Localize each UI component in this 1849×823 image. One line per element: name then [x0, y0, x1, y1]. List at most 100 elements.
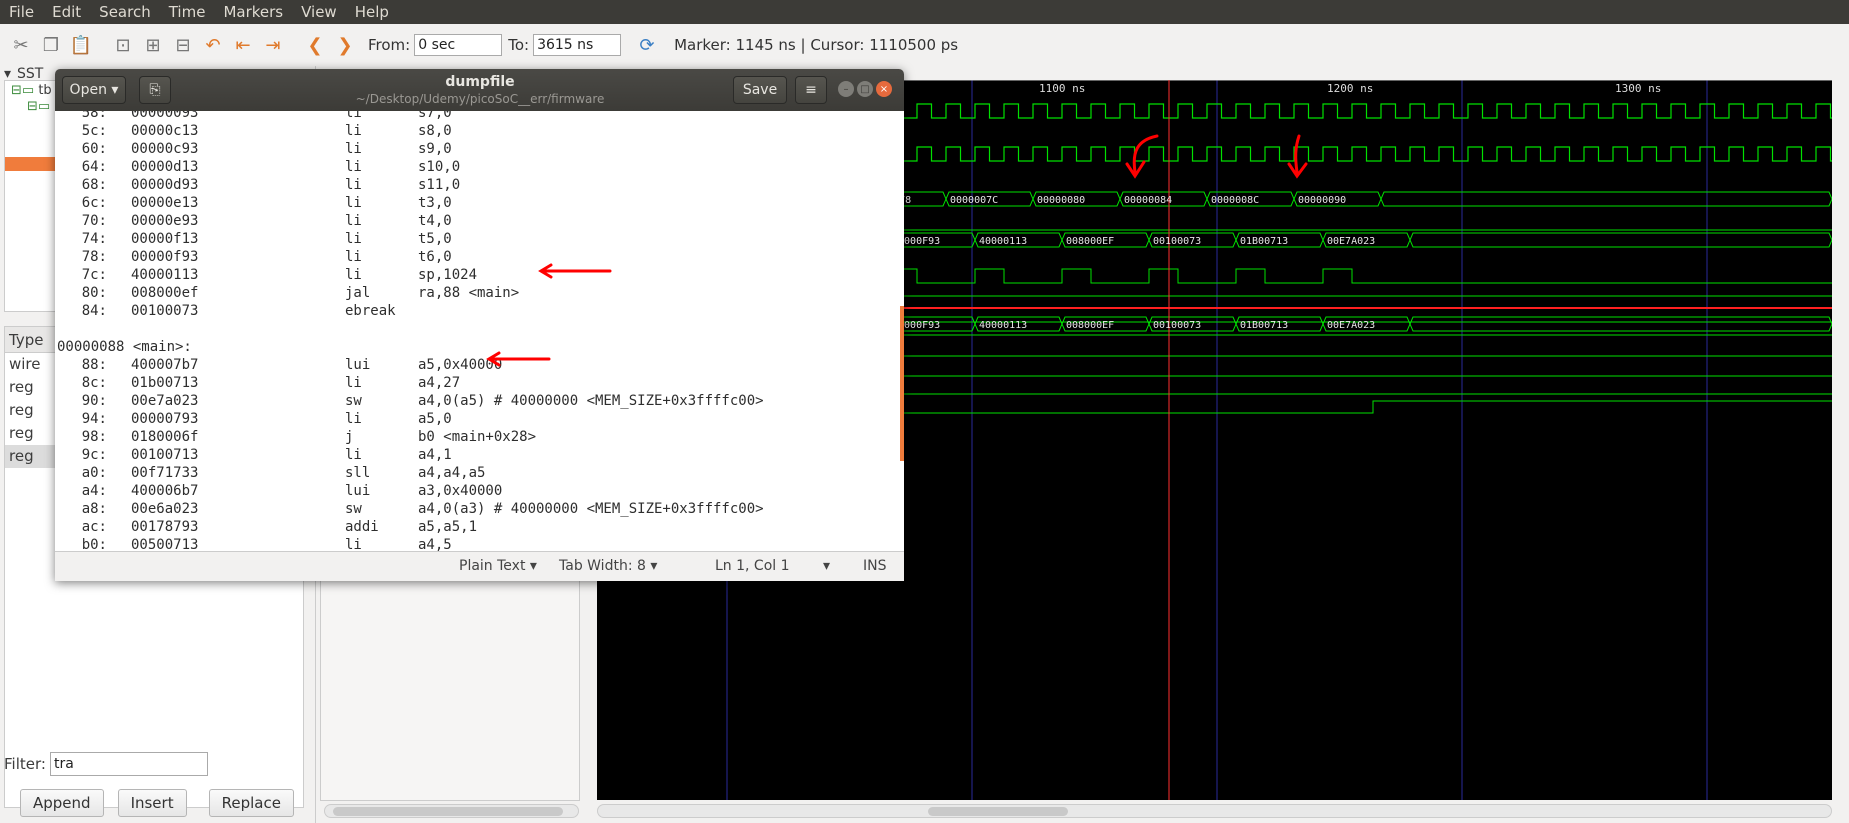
save-button[interactable]: Save: [733, 76, 787, 104]
find-next-edge-icon[interactable]: ❯: [333, 33, 357, 57]
filter-input[interactable]: [49, 752, 208, 776]
bus-value: 008000EF: [1066, 320, 1114, 331]
filter-label: Filter:: [4, 755, 46, 773]
to-label: To:: [508, 36, 530, 54]
code-line: 64: 00000d13 li s10,0: [81, 159, 461, 175]
code-line: 80: 008000ef jal ra,88 <main>: [81, 285, 520, 301]
code-line: 5c: 00000c13 li s8,0: [81, 123, 452, 139]
menu-item-edit[interactable]: Edit: [43, 3, 90, 21]
tab-width-selector[interactable]: Tab Width: 8 ▾: [559, 558, 657, 574]
code-line: 00000088 <main>:: [57, 339, 192, 355]
code-line: 58: 00000093 li s7,0: [81, 111, 452, 121]
new-document-icon[interactable]: ⎘: [139, 76, 171, 104]
tree-selection[interactable]: [5, 157, 55, 171]
code-line: 70: 00000e93 li t4,0: [81, 213, 452, 229]
waveform-hscroll[interactable]: [597, 804, 1832, 818]
code-view[interactable]: 58: 00000093 li s7,0 5c: 00000c13 li s8,0 60: 000…: [55, 111, 904, 551]
code-line: 90: 00e7a023 sw a4,0(a5) # 40000000 <MEM_SI…: [81, 393, 764, 409]
bus-value: 00000090: [1298, 195, 1346, 206]
menu-item-file[interactable]: File: [0, 3, 43, 21]
to-input[interactable]: [533, 34, 622, 56]
code-line: 6c: 00000e13 li t3,0: [81, 195, 452, 211]
reload-icon[interactable]: ⟳: [635, 33, 659, 57]
cursor-position[interactable]: Ln 1, Col 1: [715, 558, 790, 574]
menu-item-markers[interactable]: Markers: [214, 3, 292, 21]
position-dropdown-icon[interactable]: ▾: [823, 558, 830, 574]
append-button[interactable]: Append: [20, 789, 104, 817]
code-line: 78: 00000f93 li t6,0: [81, 249, 452, 265]
copy-icon[interactable]: ❐: [39, 33, 63, 57]
zoom-end-icon[interactable]: ⇥: [261, 33, 285, 57]
maximize-icon[interactable]: □: [857, 81, 873, 97]
time-label: 1300 ns: [1615, 82, 1661, 95]
from-input[interactable]: [414, 34, 503, 56]
marker-cursor-status: Marker: 1145 ns | Cursor: 1110500 ps: [674, 36, 959, 54]
editor-statusbar: Plain Text ▾ Tab Width: 8 ▾ Ln 1, Col 1 …: [55, 551, 904, 581]
button-row: Append Insert Replace: [20, 789, 294, 817]
undo-zoom-icon[interactable]: ↶: [201, 33, 225, 57]
bus-value: 008000EF: [1066, 236, 1114, 247]
bus-value: 0000007C: [950, 195, 998, 206]
text-editor-window: Open ▾ ⎘ dumpfile ~/Desktop/Udemy/picoSo…: [55, 69, 904, 581]
waveform-vscroll[interactable]: [1836, 80, 1848, 800]
zoom-fit-icon[interactable]: ⊡: [111, 33, 135, 57]
menu-bar: File Edit Search Time Markers View Help: [0, 0, 1849, 24]
code-line: 84: 00100073 ebreak: [81, 303, 396, 319]
code-line: 68: 00000d93 li s11,0: [81, 177, 461, 193]
bus-value: 00000080: [1037, 195, 1085, 206]
menu-item-search[interactable]: Search: [90, 3, 160, 21]
bus-value: 01B00713: [1240, 320, 1288, 331]
code-line: 7c: 40000113 li sp,1024: [81, 267, 478, 283]
signals-hscroll[interactable]: [324, 804, 579, 818]
time-label: 1100 ns: [1039, 82, 1085, 95]
code-line: 94: 00000793 li a5,0: [81, 411, 452, 427]
bus-value: 40000113: [979, 236, 1027, 247]
zoom-in-icon[interactable]: ⊞: [141, 33, 165, 57]
cut-icon[interactable]: ✂: [9, 33, 33, 57]
menu-item-time[interactable]: Time: [160, 3, 215, 21]
bus-value: 00100073: [1153, 320, 1201, 331]
bus-value: 01B00713: [1240, 236, 1288, 247]
zoom-out-icon[interactable]: ⊟: [171, 33, 195, 57]
code-line: 98: 0180006f j b0 <main+0x28>: [81, 429, 537, 445]
code-line: ac: 00178793 addi a5,a5,1: [81, 519, 478, 535]
code-line: 8c: 01b00713 li a4,27: [81, 375, 461, 391]
filter-row: Filter:: [4, 752, 208, 776]
language-selector[interactable]: Plain Text ▾: [459, 558, 537, 574]
bus-value: 40000113: [979, 320, 1027, 331]
code-line: a8: 00e6a023 sw a4,0(a3) # 40000000 <MEM_SI…: [81, 501, 764, 517]
from-label: From:: [368, 36, 411, 54]
insert-button[interactable]: Insert: [117, 789, 187, 817]
window-subtitle: ~/Desktop/Udemy/picoSoC__err/firmware: [355, 92, 605, 106]
hamburger-menu-icon[interactable]: ≡: [795, 76, 827, 104]
zoom-start-icon[interactable]: ⇤: [231, 33, 255, 57]
insert-mode: INS: [863, 558, 887, 574]
close-icon[interactable]: ×: [876, 81, 892, 97]
code-line: b0: 00500713 li a4,5: [81, 537, 452, 551]
annotation-arrow: [538, 263, 612, 279]
code-line: 88: 400007b7 lui a5,0x40000: [81, 357, 503, 373]
code-line: a4: 400006b7 lui a3,0x40000: [81, 483, 503, 499]
bus-value: 00100073: [1153, 236, 1201, 247]
editor-vscroll[interactable]: [900, 111, 904, 551]
menu-item-help[interactable]: Help: [346, 3, 398, 21]
editor-titlebar: Open ▾ ⎘ dumpfile ~/Desktop/Udemy/picoSo…: [55, 69, 904, 111]
code-line: 74: 00000f13 li t5,0: [81, 231, 452, 247]
open-button[interactable]: Open ▾: [62, 76, 126, 104]
find-previous-edge-icon[interactable]: ❮: [303, 33, 327, 57]
annotation-arrow: [486, 351, 551, 367]
menu-item-view[interactable]: View: [292, 3, 346, 21]
replace-button[interactable]: Replace: [208, 789, 294, 817]
code-line: a0: 00f71733 sll a4,a4,a5: [81, 465, 486, 481]
code-line: 60: 00000c93 li s9,0: [81, 141, 452, 157]
bus-value: 0000008C: [1211, 195, 1259, 206]
bus-value: 00000084: [1124, 195, 1172, 206]
code-line: 9c: 00100713 li a4,1: [81, 447, 452, 463]
bus-value: 00E7A023: [1327, 320, 1375, 331]
paste-icon[interactable]: 📋: [69, 33, 93, 57]
window-title: dumpfile: [445, 74, 515, 90]
bus-value: 00E7A023: [1327, 236, 1375, 247]
minimize-icon[interactable]: –: [838, 81, 854, 97]
time-label: 1200 ns: [1327, 82, 1373, 95]
